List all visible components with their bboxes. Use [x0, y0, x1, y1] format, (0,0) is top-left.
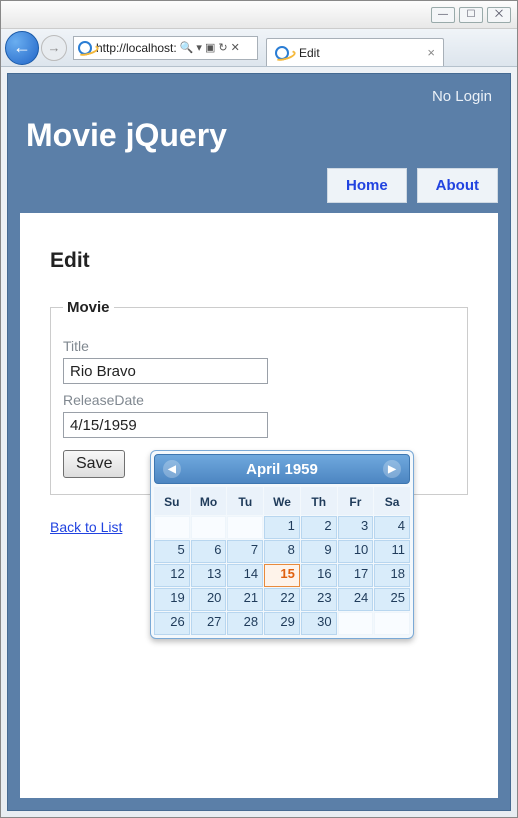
- day-cell[interactable]: 21: [227, 588, 263, 611]
- back-button[interactable]: ←: [5, 31, 39, 65]
- day-cell[interactable]: 2: [301, 516, 337, 539]
- day-cell[interactable]: 18: [374, 564, 410, 587]
- address-bar[interactable]: http://localhost: 🔍 ▾ ▣ ↻ ✕: [73, 36, 258, 60]
- app-page: No Login Movie jQuery Home About Edit Mo…: [7, 73, 511, 811]
- empty-cell: [338, 612, 374, 635]
- dow-header: Mo: [191, 487, 227, 515]
- dow-header: We: [264, 487, 300, 515]
- search-icon[interactable]: 🔍: [180, 41, 194, 54]
- day-cell[interactable]: 27: [191, 612, 227, 635]
- dow-header: Tu: [227, 487, 263, 515]
- releasedate-label: ReleaseDate: [63, 392, 455, 408]
- datepicker-grid: SuMoTuWeThFrSa12345678910111213141516171…: [154, 487, 410, 635]
- address-controls: 🔍 ▾ ▣ ↻ ✕: [180, 41, 240, 54]
- releasedate-input[interactable]: [63, 412, 268, 438]
- day-cell[interactable]: 5: [154, 540, 190, 563]
- url-text: http://localhost:: [96, 41, 177, 55]
- dow-header: Su: [154, 487, 190, 515]
- login-status[interactable]: No Login: [20, 86, 498, 115]
- next-month-button[interactable]: ▶: [383, 460, 401, 478]
- main-panel: Edit Movie Title ReleaseDate Save Back t…: [20, 213, 498, 798]
- day-cell[interactable]: 16: [301, 564, 337, 587]
- dow-header: Th: [301, 487, 337, 515]
- day-cell[interactable]: 20: [191, 588, 227, 611]
- content-area: No Login Movie jQuery Home About Edit Mo…: [1, 67, 517, 817]
- day-cell[interactable]: 4: [374, 516, 410, 539]
- save-button[interactable]: Save: [63, 450, 125, 478]
- day-cell[interactable]: 24: [338, 588, 374, 611]
- window-frame: — ☐ ⨉ ← → http://localhost: 🔍 ▾ ▣ ↻ ✕ Ed…: [0, 0, 518, 818]
- day-cell[interactable]: 17: [338, 564, 374, 587]
- prev-month-button[interactable]: ◀: [163, 460, 181, 478]
- day-cell[interactable]: 1: [264, 516, 300, 539]
- day-cell[interactable]: 11: [374, 540, 410, 563]
- ie-logo-icon: [78, 41, 92, 55]
- titlebar: — ☐ ⨉: [1, 1, 517, 29]
- stop-icon[interactable]: ✕: [231, 41, 240, 54]
- day-cell[interactable]: 23: [301, 588, 337, 611]
- day-cell[interactable]: 12: [154, 564, 190, 587]
- back-to-list-link[interactable]: Back to List: [50, 519, 122, 535]
- dropdown-icon[interactable]: ▾: [196, 41, 202, 54]
- tab-title: Edit: [299, 46, 320, 60]
- day-cell[interactable]: 30: [301, 612, 337, 635]
- day-cell[interactable]: 14: [227, 564, 263, 587]
- empty-cell: [191, 516, 227, 539]
- day-cell[interactable]: 10: [338, 540, 374, 563]
- empty-cell: [227, 516, 263, 539]
- main-nav: Home About: [20, 168, 498, 213]
- datepicker-header: ◀ April 1959 ▶: [154, 454, 410, 484]
- month-year-label: April 1959: [246, 461, 318, 478]
- browser-toolbar: ← → http://localhost: 🔍 ▾ ▣ ↻ ✕ Edit ×: [1, 29, 517, 67]
- dow-header: Fr: [338, 487, 374, 515]
- fieldset-legend: Movie: [63, 299, 114, 316]
- day-cell[interactable]: 15: [264, 564, 300, 587]
- datepicker: ◀ April 1959 ▶ SuMoTuWeThFrSa12345678910…: [150, 450, 414, 639]
- arrow-right-icon: →: [48, 40, 61, 55]
- dow-header: Sa: [374, 487, 410, 515]
- arrow-left-icon: ←: [13, 37, 31, 58]
- browser-tab[interactable]: Edit ×: [266, 38, 444, 66]
- day-cell[interactable]: 22: [264, 588, 300, 611]
- day-cell[interactable]: 8: [264, 540, 300, 563]
- site-brand: Movie jQuery: [20, 115, 498, 168]
- day-cell[interactable]: 3: [338, 516, 374, 539]
- title-label: Title: [63, 338, 455, 354]
- day-cell[interactable]: 19: [154, 588, 190, 611]
- refresh-icon[interactable]: ↻: [218, 41, 227, 54]
- title-input[interactable]: [63, 358, 268, 384]
- day-cell[interactable]: 9: [301, 540, 337, 563]
- day-cell[interactable]: 7: [227, 540, 263, 563]
- tab-favicon-icon: [275, 46, 289, 60]
- close-window-button[interactable]: ⨉: [487, 7, 511, 23]
- day-cell[interactable]: 28: [227, 612, 263, 635]
- day-cell[interactable]: 25: [374, 588, 410, 611]
- day-cell[interactable]: 6: [191, 540, 227, 563]
- day-cell[interactable]: 29: [264, 612, 300, 635]
- page-title: Edit: [50, 249, 468, 273]
- maximize-button[interactable]: ☐: [459, 7, 483, 23]
- nav-about[interactable]: About: [417, 168, 498, 203]
- day-cell[interactable]: 26: [154, 612, 190, 635]
- empty-cell: [154, 516, 190, 539]
- compat-icon[interactable]: ▣: [205, 41, 215, 54]
- forward-button[interactable]: →: [41, 35, 67, 61]
- empty-cell: [374, 612, 410, 635]
- minimize-button[interactable]: —: [431, 7, 455, 23]
- tab-close-button[interactable]: ×: [427, 45, 435, 60]
- day-cell[interactable]: 13: [191, 564, 227, 587]
- tab-strip: Edit ×: [266, 29, 513, 66]
- nav-home[interactable]: Home: [327, 168, 407, 203]
